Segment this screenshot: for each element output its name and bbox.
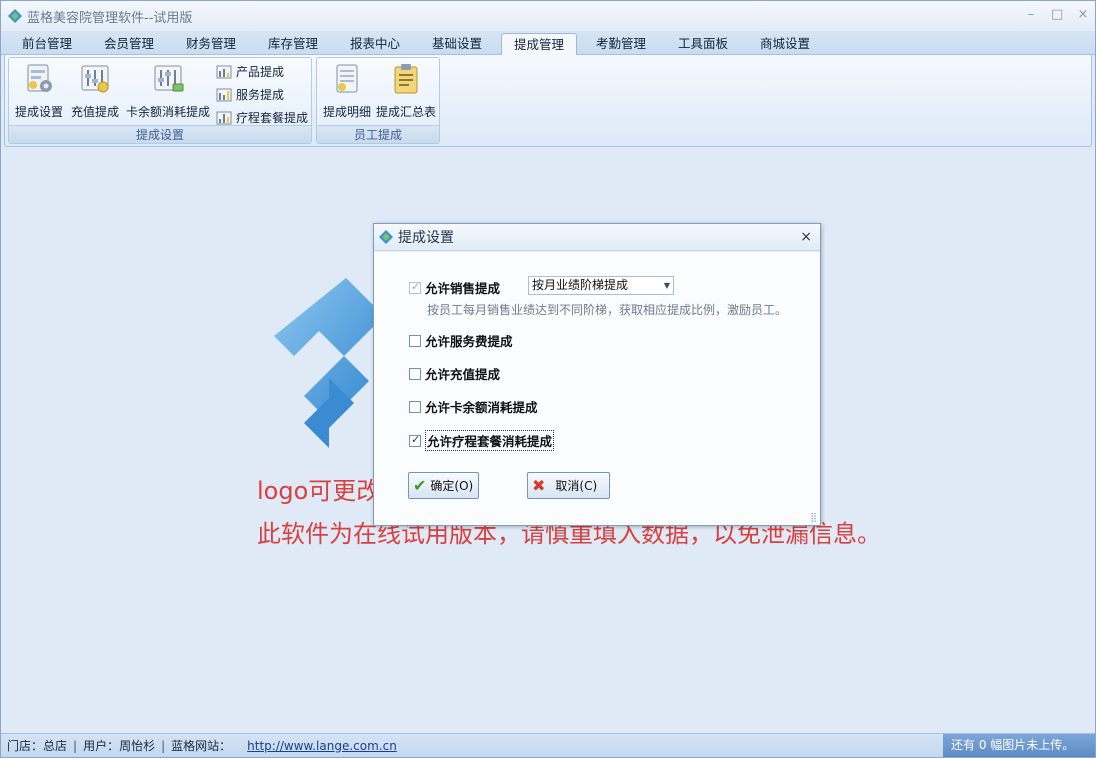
maximize-button[interactable]: □ bbox=[1051, 7, 1063, 22]
allow-service-fee-commission-label: 允许服务费提成 bbox=[425, 334, 513, 349]
dialog-body: 允许销售提成 按月业绩阶梯提成 ▼ 按员工每月销售业绩达到不同阶梯，获取相应提成… bbox=[374, 252, 820, 525]
allow-card-balance-commission-option[interactable]: 允许卡余额消耗提成 bbox=[409, 397, 538, 416]
upload-status: 还有 0 幅图片未上传。 bbox=[943, 734, 1095, 757]
allow-card-balance-commission-checkbox[interactable] bbox=[409, 400, 421, 413]
allow-sales-commission-label: 允许销售提成 bbox=[425, 281, 501, 296]
site-label: 蓝格网站： bbox=[171, 739, 232, 753]
bar-chart-small-icon bbox=[216, 65, 232, 78]
tab-mall-settings[interactable]: 商城设置 bbox=[747, 33, 823, 55]
resize-grip-icon[interactable]: ⣿ bbox=[810, 513, 817, 523]
recharge-commission-button[interactable]: 充值提成 bbox=[69, 62, 121, 120]
service-commission-label: 服务提成 bbox=[236, 88, 285, 102]
commission-summary-label: 提成汇总表 bbox=[375, 105, 436, 119]
allow-package-commission-option[interactable]: 允许疗程套餐消耗提成 bbox=[409, 430, 555, 451]
commission-settings-label: 提成设置 bbox=[14, 105, 63, 119]
tab-front-desk[interactable]: 前台管理 bbox=[9, 33, 85, 55]
tab-commission[interactable]: 提成管理 bbox=[501, 33, 577, 55]
ribbon-panel: 提成设置 充值提成 卡余额消耗提成 产品提成 服务提成 疗程套餐提成 提成设置 … bbox=[4, 55, 1092, 147]
main-tab-bar: 前台管理 会员管理 财务管理 库存管理 报表中心 基础设置 提成管理 考勤管理 … bbox=[1, 31, 1095, 55]
allow-package-commission-label: 允许疗程套餐消耗提成 bbox=[425, 430, 555, 451]
allow-sales-commission-checkbox[interactable] bbox=[409, 280, 421, 294]
store-info: 门店：总店 bbox=[7, 739, 68, 753]
allow-recharge-commission-label: 允许充值提成 bbox=[425, 367, 501, 382]
ribbon-group-caption: 提成设置 bbox=[9, 125, 311, 143]
clipboard-icon bbox=[394, 64, 418, 94]
dialog-close-button[interactable]: × bbox=[800, 229, 812, 245]
window-title: 蓝格美容院管理软件--试用版 bbox=[27, 10, 193, 26]
ribbon-group-staff-commission: 提成明细 提成汇总表 员工提成 bbox=[316, 57, 440, 144]
commission-settings-dialog: 提成设置 × 允许销售提成 按月业绩阶梯提成 ▼ 按员工每月销售业绩达到不同阶梯… bbox=[373, 223, 821, 526]
tab-members[interactable]: 会员管理 bbox=[91, 33, 167, 55]
ribbon-group-commission-settings: 提成设置 充值提成 卡余额消耗提成 产品提成 服务提成 疗程套餐提成 提成设置 bbox=[8, 57, 312, 144]
window-controls: – □ × bbox=[1025, 7, 1089, 22]
service-commission-button[interactable]: 服务提成 bbox=[216, 86, 284, 103]
sales-commission-mode-value: 按月业绩阶梯提成 bbox=[532, 278, 629, 292]
sales-commission-mode-select[interactable]: 按月业绩阶梯提成 ▼ bbox=[528, 276, 674, 295]
allow-service-fee-commission-option[interactable]: 允许服务费提成 bbox=[409, 331, 513, 350]
chevron-down-icon: ▼ bbox=[663, 281, 670, 290]
allow-package-commission-checkbox[interactable] bbox=[409, 433, 421, 447]
dialog-title-bar: 提成设置 × bbox=[374, 224, 820, 251]
product-commission-label: 产品提成 bbox=[236, 65, 285, 79]
bar-chart-small-icon bbox=[216, 111, 232, 124]
allow-recharge-commission-option[interactable]: 允许充值提成 bbox=[409, 364, 500, 383]
tab-tools[interactable]: 工具面板 bbox=[665, 33, 741, 55]
ok-button-label: 确定(O) bbox=[430, 479, 474, 493]
close-button[interactable]: × bbox=[1077, 7, 1089, 22]
user-info: 用户：周怡杉 bbox=[83, 739, 156, 753]
ok-button[interactable]: ✔ 确定(O) bbox=[408, 472, 479, 499]
title-bar: 蓝格美容院管理软件--试用版 – □ × bbox=[1, 1, 1095, 31]
card-balance-commission-label: 卡余额消耗提成 bbox=[125, 105, 210, 119]
dialog-title: 提成设置 bbox=[398, 230, 454, 246]
cross-icon: ✖ bbox=[532, 476, 546, 495]
recharge-commission-label: 充值提成 bbox=[70, 105, 119, 119]
package-commission-label: 疗程套餐提成 bbox=[236, 111, 309, 125]
allow-service-fee-commission-checkbox[interactable] bbox=[409, 334, 421, 347]
ribbon-group-caption: 员工提成 bbox=[317, 125, 439, 143]
commission-settings-button[interactable]: 提成设置 bbox=[13, 62, 65, 120]
tab-basic-settings[interactable]: 基础设置 bbox=[419, 33, 495, 55]
commission-detail-button[interactable]: 提成明细 bbox=[320, 62, 374, 120]
tab-attendance[interactable]: 考勤管理 bbox=[583, 33, 659, 55]
product-commission-button[interactable]: 产品提成 bbox=[216, 63, 284, 80]
cancel-button-label: 取消(C) bbox=[555, 479, 598, 493]
status-bar: 门店：总店 | 用户：周怡杉 | 蓝格网站： http://www.lange.… bbox=[1, 733, 1095, 757]
cancel-button[interactable]: ✖ 取消(C) bbox=[527, 472, 610, 499]
app-window: 蓝格美容院管理软件--试用版 – □ × 前台管理 会员管理 财务管理 库存管理… bbox=[0, 0, 1096, 758]
app-logo-icon bbox=[8, 9, 22, 23]
sliders-coin-icon bbox=[154, 65, 184, 92]
allow-recharge-commission-checkbox[interactable] bbox=[409, 367, 421, 380]
card-balance-commission-button[interactable]: 卡余额消耗提成 bbox=[125, 62, 211, 120]
commission-detail-label: 提成明细 bbox=[322, 105, 371, 119]
document-list-icon bbox=[336, 64, 358, 93]
minimize-button[interactable]: – bbox=[1025, 7, 1037, 22]
checkmark-icon: ✔ bbox=[413, 476, 427, 495]
settings-document-icon bbox=[27, 64, 52, 92]
dialog-logo-icon bbox=[379, 230, 393, 244]
tab-reports[interactable]: 报表中心 bbox=[337, 33, 413, 55]
brand-logo-icon bbox=[274, 278, 384, 448]
bar-chart-small-icon bbox=[216, 88, 232, 101]
sliders-icon bbox=[81, 65, 109, 93]
tab-inventory[interactable]: 库存管理 bbox=[255, 33, 331, 55]
allow-sales-commission-option[interactable]: 允许销售提成 bbox=[409, 278, 500, 297]
sales-commission-hint: 按员工每月销售业绩达到不同阶梯，获取相应提成比例，激励员工。 bbox=[427, 303, 788, 317]
package-commission-button[interactable]: 疗程套餐提成 bbox=[216, 109, 308, 126]
website-link[interactable]: http://www.lange.com.cn bbox=[247, 739, 397, 753]
allow-card-balance-commission-label: 允许卡余额消耗提成 bbox=[425, 400, 538, 415]
tab-finance[interactable]: 财务管理 bbox=[173, 33, 249, 55]
commission-summary-button[interactable]: 提成汇总表 bbox=[375, 62, 437, 120]
